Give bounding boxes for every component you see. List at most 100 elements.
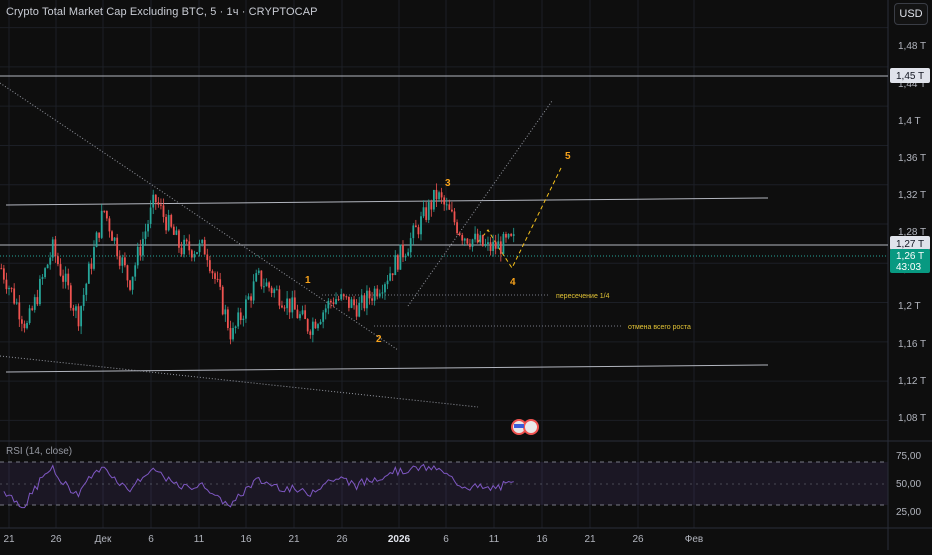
chart-area[interactable]: 1 2 3 4 5 пересечение 1/4 отмена всего р… [0, 0, 932, 550]
candle [8, 287, 10, 290]
candle [340, 294, 343, 300]
countdown: 43:03 [896, 262, 921, 273]
candle [75, 306, 77, 311]
candle [273, 289, 276, 293]
candle [481, 235, 484, 246]
candle [252, 281, 255, 301]
rsi-axis: 75,00 50,00 25,00 [896, 451, 921, 518]
last-price: 1,26 T [896, 251, 924, 262]
price-axis[interactable]: 1,48 T 1,44 T 1,4 T 1,36 T 1,32 T 1,28 T… [898, 41, 926, 424]
candle [162, 205, 165, 217]
candle [301, 310, 304, 315]
candle [62, 275, 64, 282]
candle [123, 257, 126, 266]
candle [64, 273, 67, 282]
candle [288, 298, 291, 313]
candle [422, 207, 425, 217]
candle [378, 293, 381, 297]
time-label: 21 [584, 534, 596, 545]
svg-text:1,27 T: 1,27 T [896, 239, 924, 250]
candle [237, 312, 240, 327]
wave-label-5: 5 [565, 151, 571, 162]
candle [87, 263, 90, 284]
candle [0, 268, 3, 270]
candle [245, 299, 247, 319]
candle [118, 256, 121, 266]
drawings [0, 75, 888, 408]
time-label: 6 [443, 534, 449, 545]
candle [224, 309, 227, 315]
candle [484, 244, 487, 246]
grid [0, 0, 888, 528]
candle [20, 319, 23, 324]
candle [332, 302, 335, 304]
candle [456, 222, 458, 234]
candle [188, 241, 191, 251]
candle [126, 265, 129, 281]
candle [430, 202, 433, 210]
wave-label-1: 1 [305, 275, 311, 286]
candle [448, 204, 451, 210]
candle [255, 273, 258, 282]
price-tick: 1,16 T [898, 339, 926, 350]
candle [219, 279, 222, 287]
candle [420, 216, 422, 235]
time-label: 21 [3, 534, 15, 545]
candle [384, 284, 386, 293]
time-label: 16 [240, 534, 252, 545]
price-tick: 1,2 T [898, 301, 921, 312]
candle [363, 295, 366, 309]
wave-labels: 1 2 3 4 5 [305, 151, 571, 345]
candle [98, 232, 101, 238]
candle [278, 289, 281, 306]
candle [18, 302, 21, 320]
candle [479, 235, 482, 243]
candle [15, 302, 18, 304]
price-tick: 1,12 T [898, 376, 926, 387]
candle [505, 233, 507, 238]
candle [275, 289, 278, 291]
candle [54, 239, 57, 257]
candle [306, 319, 309, 332]
time-label: 26 [336, 534, 348, 545]
candle [299, 314, 301, 319]
candle [440, 192, 443, 198]
candle [229, 327, 232, 340]
candle [499, 241, 502, 254]
candle [304, 310, 307, 320]
time-label: Фев [685, 534, 703, 545]
event-markers[interactable] [511, 419, 539, 435]
candle [399, 244, 402, 270]
candle [147, 223, 149, 232]
candle [2, 268, 5, 280]
candle [414, 225, 417, 228]
candle [512, 234, 515, 236]
candle [211, 271, 214, 274]
candle [257, 270, 260, 274]
candle [432, 189, 435, 210]
candle [203, 239, 206, 255]
candle [425, 207, 428, 220]
candle [355, 305, 358, 317]
candle [348, 296, 350, 308]
candle [134, 265, 137, 277]
candle [337, 299, 340, 301]
candle [494, 241, 497, 249]
candle [322, 312, 325, 322]
wave-label-2: 2 [376, 334, 382, 345]
candle [309, 331, 312, 335]
candle [476, 233, 479, 243]
candle [412, 225, 415, 239]
time-axis[interactable]: 21 26 Дек 6 11 16 21 26 2026 6 11 16 21 … [3, 534, 703, 545]
candle [198, 243, 201, 253]
candle [178, 230, 180, 248]
candle [471, 239, 474, 247]
candle [239, 312, 242, 321]
candle [466, 238, 469, 244]
candle [402, 244, 404, 258]
candle [144, 231, 147, 239]
candle [407, 252, 410, 256]
candle [172, 226, 175, 235]
candle [443, 197, 446, 205]
currency-button[interactable]: USD [894, 3, 928, 25]
